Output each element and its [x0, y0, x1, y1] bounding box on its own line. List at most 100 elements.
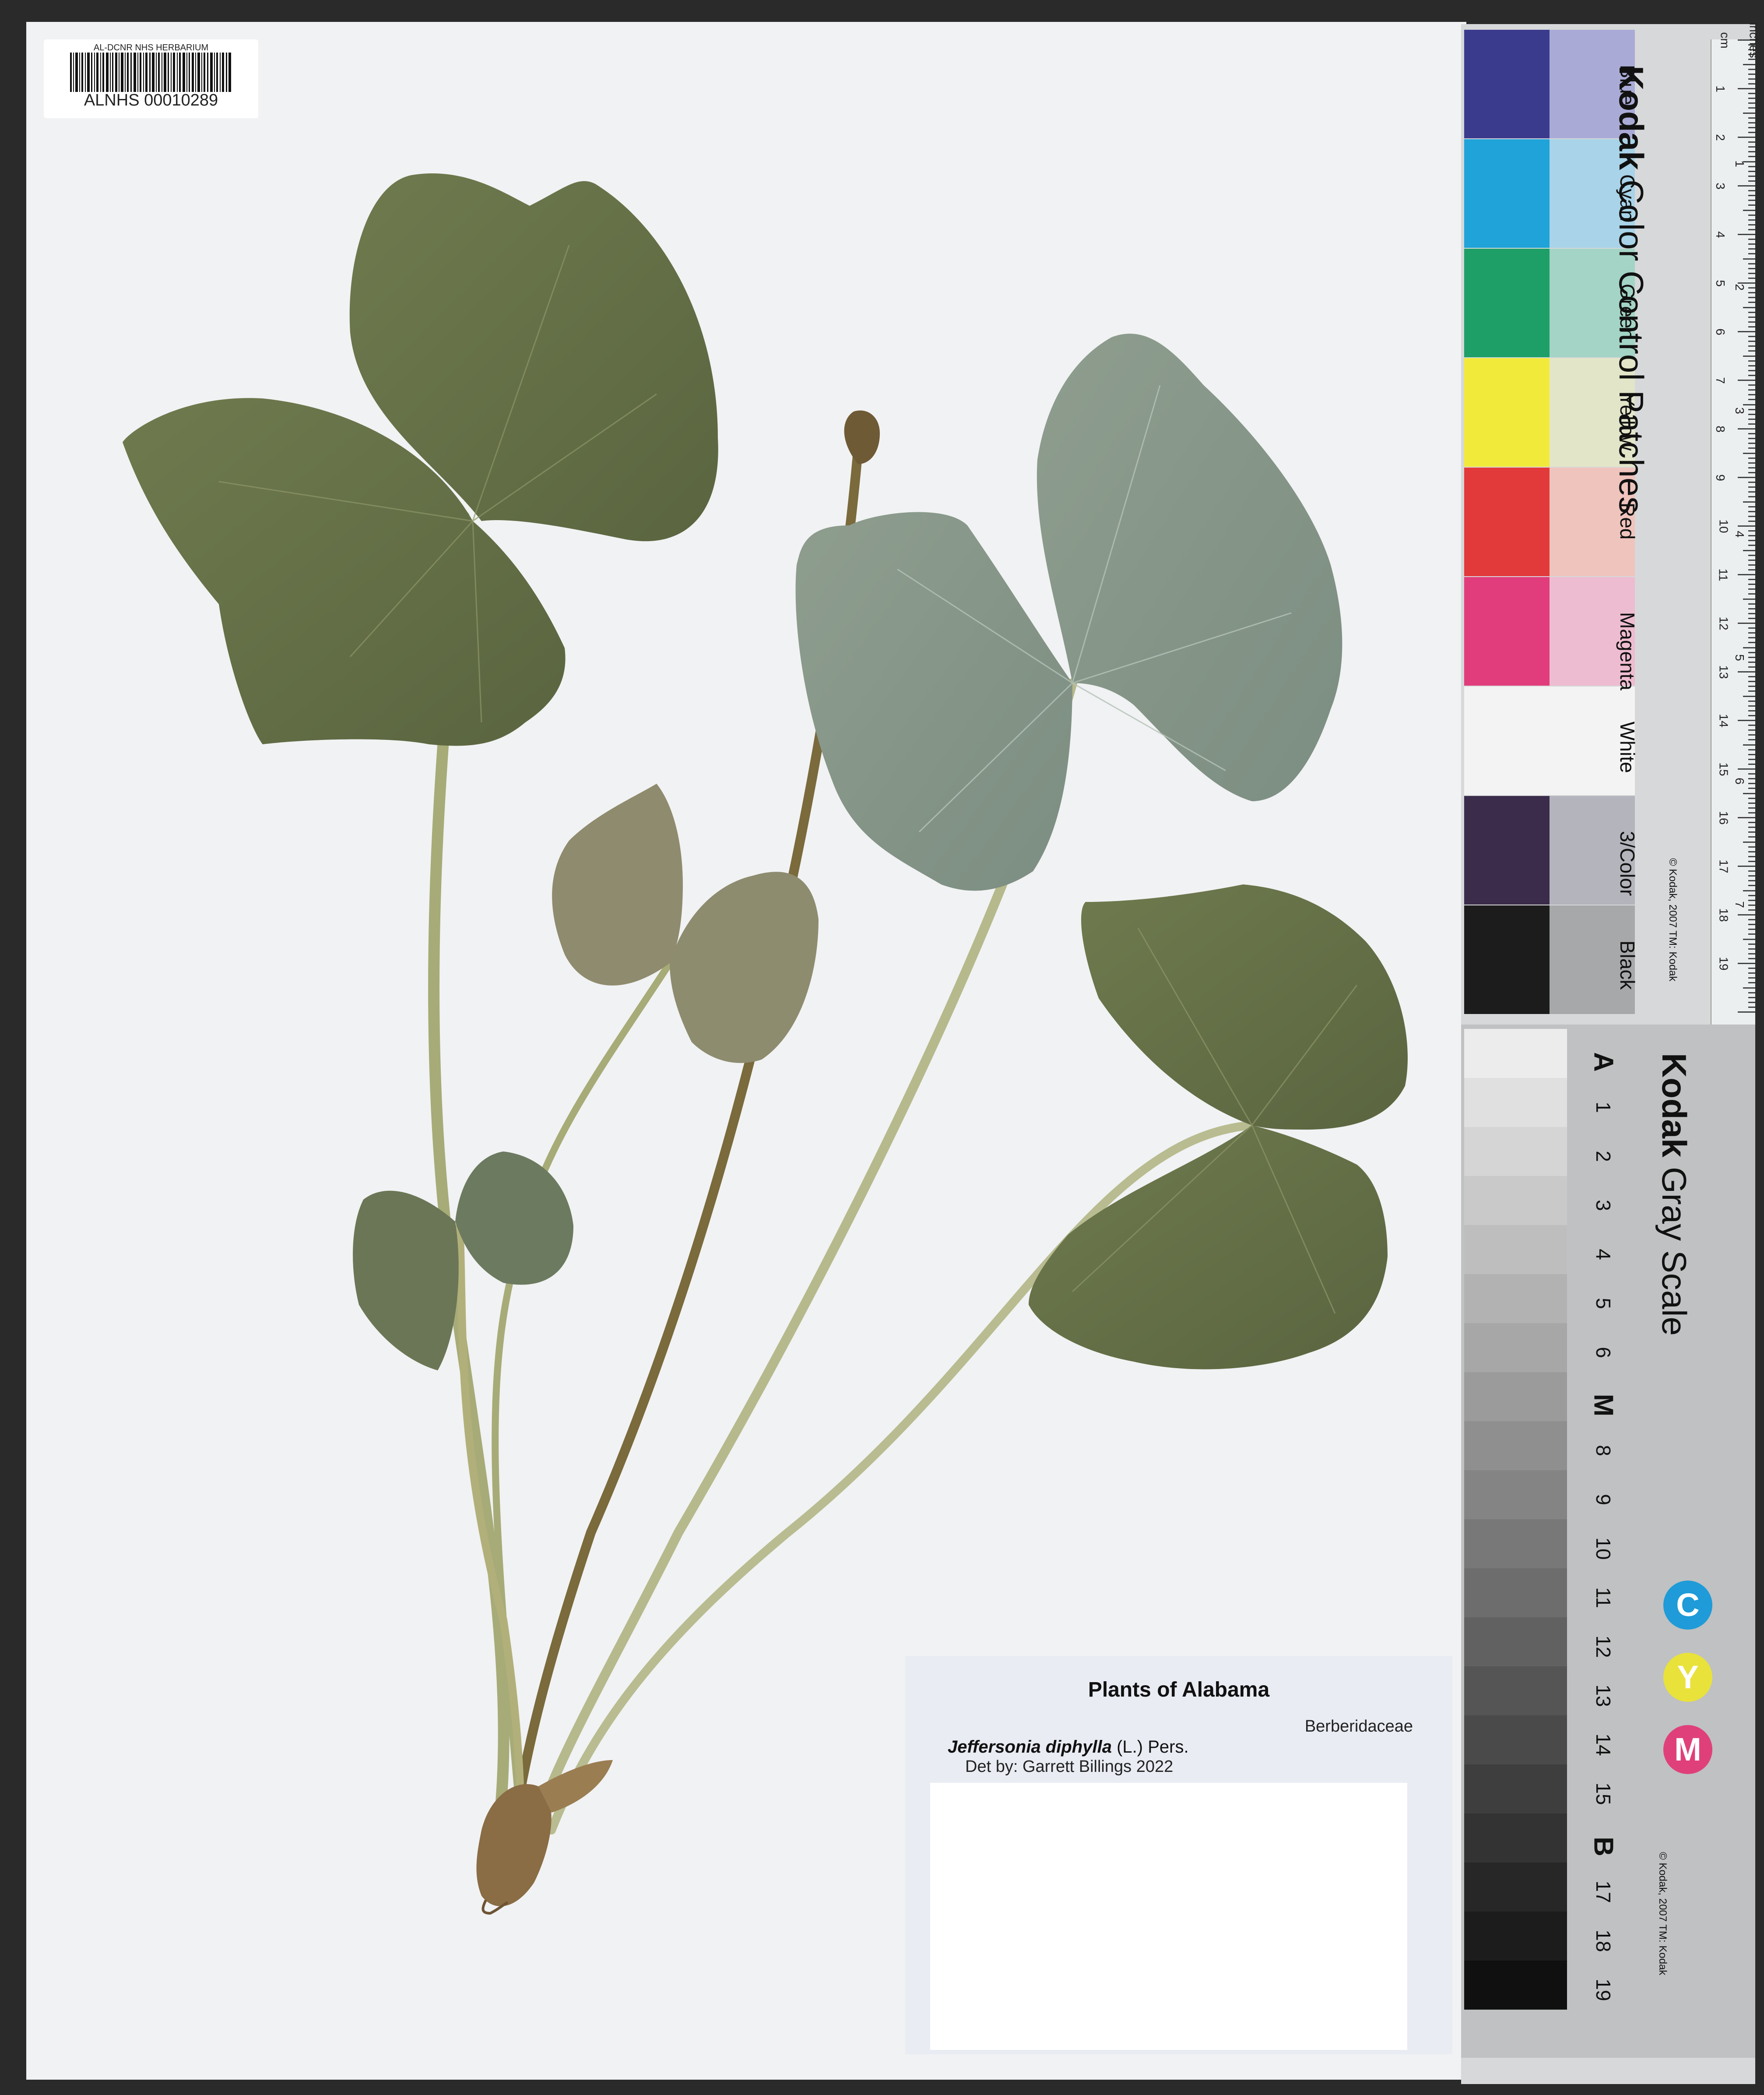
ruler-tick — [1748, 579, 1755, 581]
ruler-tick — [1748, 749, 1755, 750]
ruler-tick — [1748, 827, 1755, 828]
ruler-tick — [1748, 263, 1755, 264]
ruler-tick — [1748, 117, 1755, 119]
ruler-tick — [1748, 831, 1755, 833]
ruler-tick — [1748, 968, 1755, 969]
ruler-tick — [1738, 477, 1755, 478]
ruler-tick — [1748, 894, 1755, 896]
ruler-tick — [1743, 258, 1755, 260]
patch-label: 3/Color — [1616, 831, 1639, 896]
ruler-tick — [1748, 822, 1755, 824]
ruler-tick — [1748, 593, 1755, 595]
color-card-subtitle: Color Control Patches — [1612, 180, 1651, 514]
ruler-cm-label: 13 — [1717, 665, 1731, 679]
ruler-tick — [1748, 972, 1755, 974]
ruler-tick — [1738, 671, 1755, 673]
ruler-tick — [1748, 413, 1755, 415]
patch-label: Green — [1616, 284, 1639, 340]
ruler-cm-label: 15 — [1717, 762, 1731, 776]
ruler-tick — [1748, 758, 1755, 760]
gray-step-label: 9 — [1592, 1494, 1615, 1505]
ruler-tick — [1748, 880, 1755, 882]
ruler-tick — [1748, 472, 1755, 473]
ruler-tick — [1748, 102, 1755, 104]
ruler-tick — [1748, 613, 1755, 614]
ruler-tick — [1743, 501, 1755, 503]
ruler-tick — [1748, 904, 1755, 906]
ruler-tick — [1748, 729, 1755, 731]
ruler-tick — [1748, 170, 1755, 172]
ruler-tick — [1738, 331, 1755, 332]
redacted-area — [930, 1783, 1407, 2050]
ruler-tick — [1748, 491, 1755, 493]
ruler-tick — [1748, 515, 1755, 517]
ruler-tick — [1748, 107, 1755, 109]
ruler-tick — [1738, 866, 1755, 867]
patch-red-dark — [1464, 468, 1550, 576]
ruler-tick — [1748, 977, 1755, 979]
ruler-tick — [1748, 924, 1755, 926]
gray-step — [1464, 1568, 1567, 1617]
ruler-cm-label: 12 — [1717, 616, 1731, 630]
ruler-tick — [1748, 919, 1755, 921]
ruler-inch-label: 1 — [1732, 160, 1746, 167]
ruler-tick — [1748, 530, 1755, 532]
ruler-tick — [1748, 588, 1755, 590]
ruler-tick — [1748, 316, 1755, 318]
ruler-tick — [1748, 666, 1755, 668]
ruler-tick — [1748, 797, 1755, 799]
ruler-tick — [1743, 938, 1755, 940]
ruler-tick — [1743, 792, 1755, 794]
patch-label: Black — [1616, 940, 1639, 990]
gray-step-label: 6 — [1592, 1347, 1615, 1358]
ruler-cm-label: 8 — [1713, 426, 1727, 433]
gray-step — [1464, 1372, 1567, 1421]
ruler-tick — [1748, 287, 1755, 289]
ruler-tick — [1748, 511, 1755, 512]
ruler-tick — [1748, 603, 1755, 605]
ruler-tick — [1748, 384, 1755, 386]
ruler-tick — [1748, 408, 1755, 410]
ruler-tick — [1748, 239, 1755, 240]
leaf-upper-left — [123, 173, 718, 746]
ruler-tick — [1743, 890, 1755, 891]
ruler-tick — [1738, 720, 1755, 721]
ruler-tick — [1743, 404, 1755, 405]
ruler-tick — [1748, 656, 1755, 658]
ruler-tick — [1748, 836, 1755, 838]
ruler-tick — [1748, 394, 1755, 396]
gray-step — [1464, 1617, 1567, 1666]
ruler-tick — [1748, 204, 1755, 206]
ruler-tick — [1748, 190, 1755, 192]
gray-step — [1464, 1863, 1567, 1912]
ruler-tick — [1748, 272, 1755, 274]
ruler-cm-label: 16 — [1717, 811, 1731, 825]
ruler-tick — [1748, 462, 1755, 464]
ruler-tick — [1748, 802, 1755, 804]
ruler-tick — [1748, 443, 1755, 444]
ruler-tick — [1748, 545, 1755, 546]
ruler-tick — [1743, 647, 1755, 648]
ruler-inch-label: 2 — [1732, 284, 1746, 291]
ruler-tick — [1748, 175, 1755, 177]
ruler-cm-label: 3 — [1713, 183, 1727, 190]
gray-step — [1464, 1961, 1567, 2010]
ruler-cm-label: 7 — [1713, 377, 1727, 384]
determination: Det by: Garrett Billings 2022 — [965, 1757, 1174, 1776]
gray-step-label: 17 — [1592, 1880, 1615, 1903]
gray-step-label: B — [1588, 1837, 1619, 1856]
ruler-tick — [1748, 783, 1755, 785]
ruler-tick — [1748, 219, 1755, 221]
ruler-tick — [1748, 180, 1755, 182]
ruler-tick — [1748, 195, 1755, 197]
gray-step — [1464, 1666, 1567, 1715]
ruler-tick — [1748, 710, 1755, 711]
ruler-tick — [1748, 127, 1755, 128]
ruler-tick — [1748, 68, 1755, 70]
ruler-tick — [1748, 584, 1755, 585]
ruler-tick — [1748, 948, 1755, 950]
gray-step — [1464, 1715, 1567, 1764]
ruler-tick — [1743, 209, 1755, 211]
patch-yellow-dark — [1464, 358, 1550, 467]
ruler-tick — [1748, 715, 1755, 716]
